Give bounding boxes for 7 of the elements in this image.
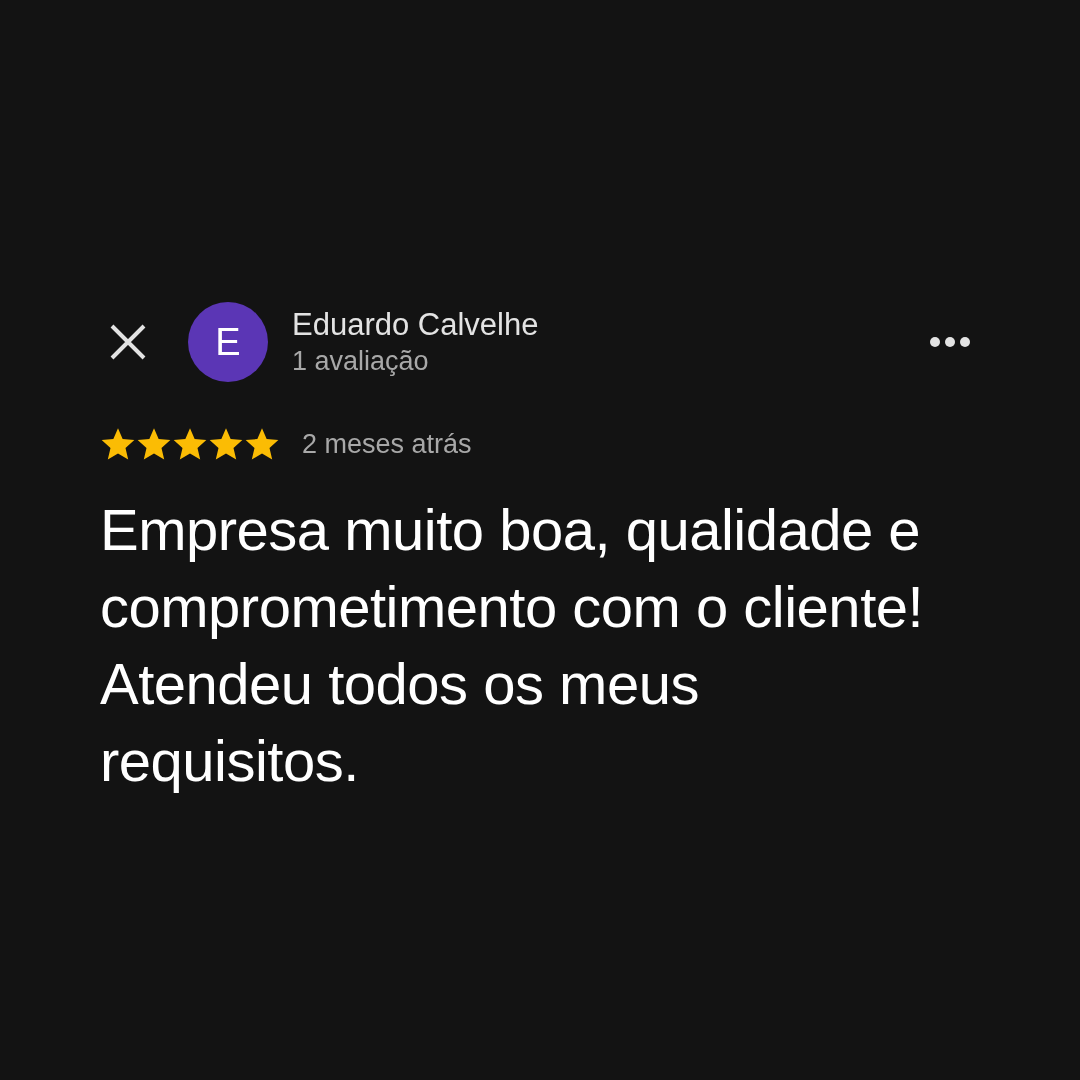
review-time: 2 meses atrás — [302, 428, 472, 461]
close-icon — [108, 322, 148, 362]
review-count: 1 avaliação — [292, 345, 430, 378]
more-icon — [930, 337, 970, 347]
review-text: Empresa muito boa, qualidade e comprometimento com o cliente! Atendeu todos os meus requisitos. — [100, 495, 925, 795]
author-name: Eduardo Calvelhe — [292, 306, 540, 344]
avatar: E — [188, 302, 268, 382]
